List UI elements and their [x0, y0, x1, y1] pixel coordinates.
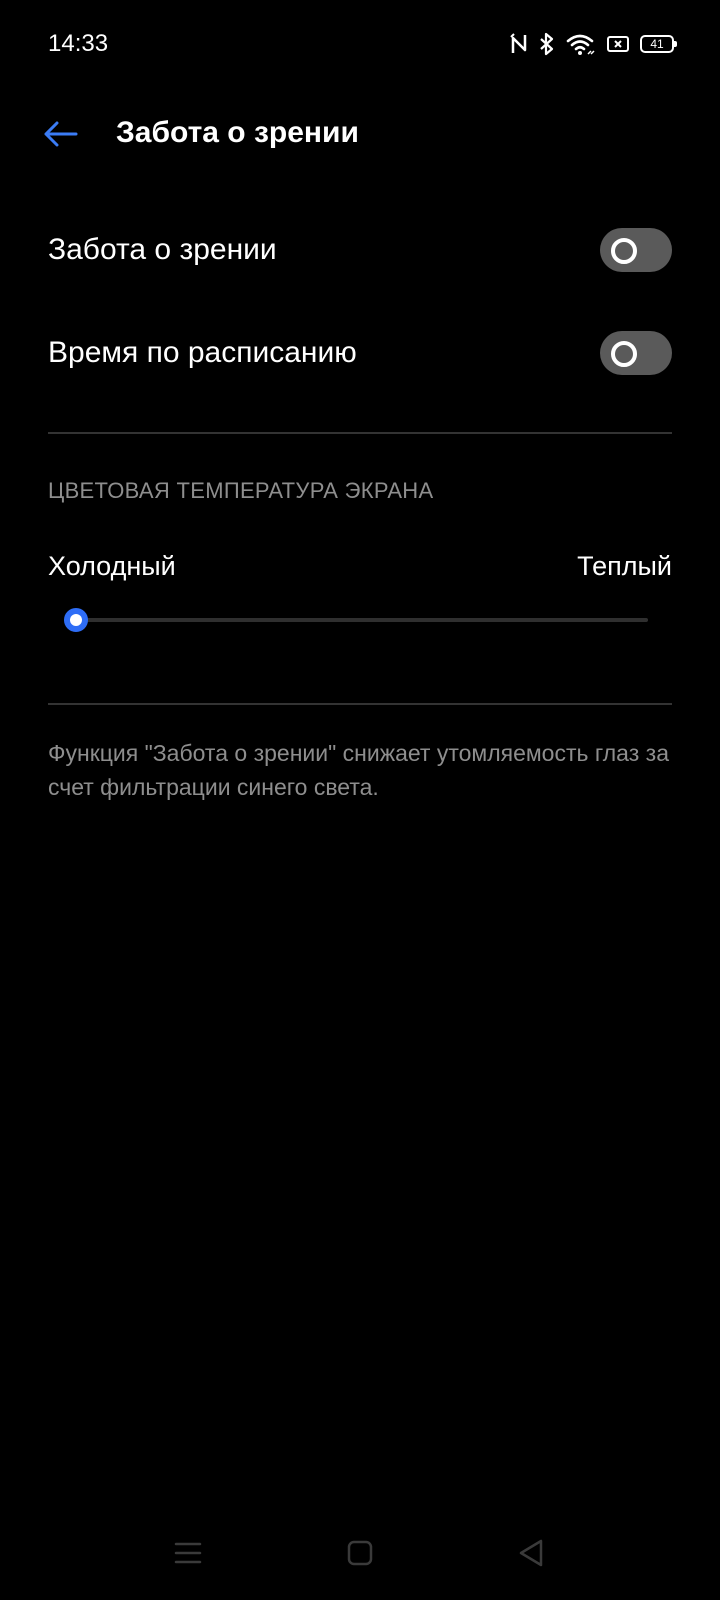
description-text: Функция "Забота о зрении" снижает утомля…: [48, 740, 669, 800]
divider: [48, 703, 672, 705]
arrow-left-icon: [42, 120, 78, 153]
eye-care-toggle[interactable]: [600, 228, 672, 272]
slider-thumb[interactable]: [64, 608, 88, 632]
status-bar: 14:33 41: [0, 0, 720, 90]
slider-label-cold: Холодный: [48, 551, 176, 581]
schedule-toggle[interactable]: [600, 331, 672, 375]
nav-back-button[interactable]: [506, 1530, 556, 1580]
eye-care-label: Забота о зрении: [48, 233, 277, 266]
section-header-color-temperature: ЦВЕТОВАЯ ТЕМПЕРАТУРА ЭКРАНА: [48, 478, 434, 503]
slider-label-warm: Теплый: [577, 551, 672, 581]
back-icon: [518, 1538, 544, 1573]
battery-icon: 41: [640, 35, 677, 53]
toggle-knob: [611, 238, 637, 264]
home-button[interactable]: [335, 1530, 385, 1580]
nfc-icon: [510, 33, 528, 55]
back-button[interactable]: [36, 112, 84, 160]
wifi-icon: [566, 32, 596, 56]
page-title: Забота о зрении: [116, 116, 359, 149]
eye-care-row[interactable]: Забота о зрении: [48, 210, 672, 290]
recent-apps-button[interactable]: [163, 1530, 213, 1580]
app-header: Забота о зрении: [0, 100, 720, 170]
schedule-row[interactable]: Время по расписанию: [48, 313, 672, 393]
toggle-knob: [611, 341, 637, 367]
navigation-bar: [0, 1530, 720, 1580]
status-time: 14:33: [48, 30, 109, 57]
home-icon: [347, 1540, 373, 1571]
sim-off-icon: [606, 34, 630, 54]
slider-track: [64, 618, 648, 622]
bluetooth-icon: [538, 32, 556, 56]
battery-level: 41: [650, 37, 664, 51]
status-icons: 41: [510, 30, 677, 58]
menu-icon: [174, 1541, 202, 1570]
schedule-label: Время по расписанию: [48, 336, 357, 369]
color-temperature-slider[interactable]: [64, 608, 648, 632]
divider: [48, 432, 672, 434]
